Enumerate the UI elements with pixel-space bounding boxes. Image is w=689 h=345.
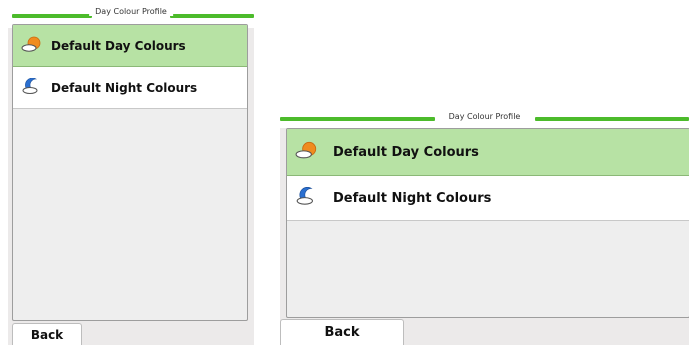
- title-line-left: [12, 14, 92, 18]
- colour-profile-list[interactable]: Default Day Colours Default Night Colour…: [286, 128, 689, 318]
- sun-cloud-icon: [295, 141, 319, 163]
- moon-cloud-icon: [21, 77, 43, 98]
- screen-left: Day Colour Profile Default Day Colours D…: [8, 4, 254, 345]
- list-item-default-night-colours[interactable]: Default Night Colours: [287, 176, 689, 221]
- list-item-default-day-colours[interactable]: Default Day Colours: [287, 129, 689, 176]
- back-button[interactable]: Back: [280, 319, 404, 345]
- list-item-label: Default Night Colours: [333, 190, 492, 206]
- screen-right: Day Colour Profile Default Day Colours D…: [280, 110, 689, 345]
- back-button[interactable]: Back: [12, 323, 82, 345]
- screen-title: Day Colour Profile: [89, 7, 173, 16]
- title-line-left: [280, 117, 435, 121]
- sun-cloud-icon: [21, 36, 43, 56]
- title-line-right: [170, 14, 254, 18]
- colour-profile-list[interactable]: Default Day Colours Default Night Colour…: [12, 24, 248, 321]
- screen-title: Day Colour Profile: [442, 112, 527, 121]
- list-item-default-day-colours[interactable]: Default Day Colours: [13, 25, 247, 67]
- list-item-default-night-colours[interactable]: Default Night Colours: [13, 67, 247, 109]
- list-item-label: Default Night Colours: [51, 80, 198, 95]
- title-line-right: [535, 117, 689, 121]
- list-item-label: Default Day Colours: [333, 144, 479, 160]
- title-bar: Day Colour Profile: [280, 110, 689, 128]
- list-item-label: Default Day Colours: [51, 38, 186, 53]
- moon-cloud-icon: [295, 186, 319, 209]
